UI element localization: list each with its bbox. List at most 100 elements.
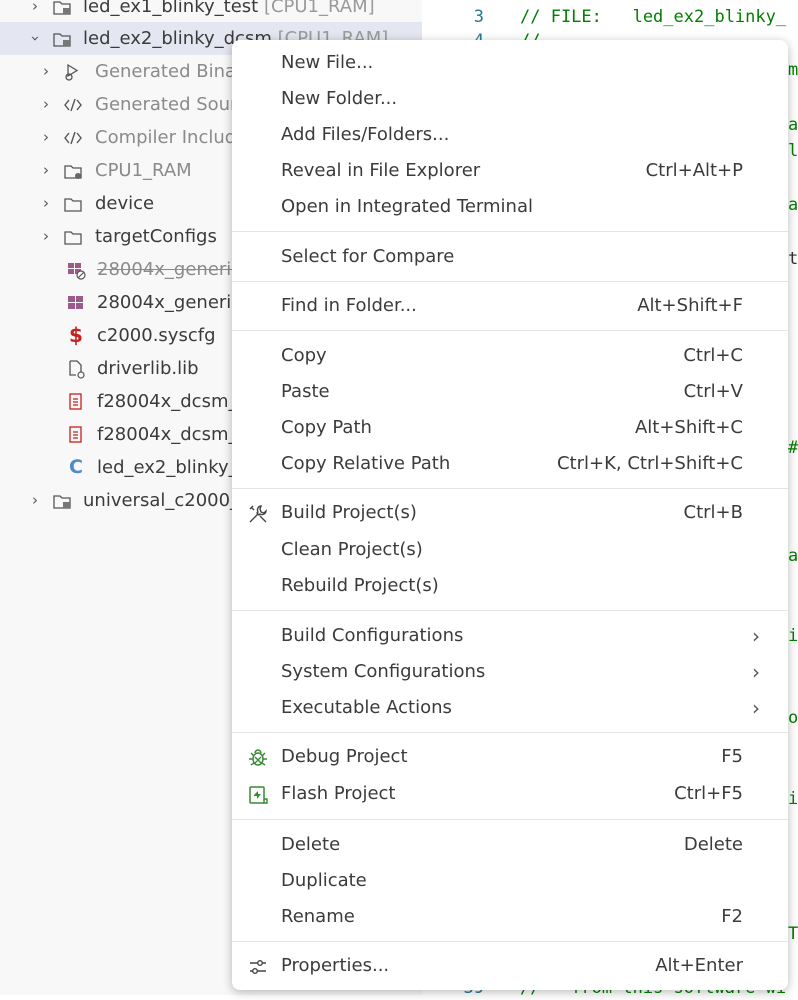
menu-item-shortcut: Delete (683, 834, 743, 855)
menu-item-label: Open in Integrated Terminal (281, 196, 533, 217)
menu-item-shortcut: Ctrl+K, Ctrl+Shift+C (556, 453, 743, 474)
menu-item-build-project[interactable]: Build Project(s) Ctrl+B (232, 495, 788, 531)
tree-label: c2000.syscfg (97, 325, 216, 346)
menu-item-select-for-compare[interactable]: Select for Compare (232, 239, 788, 275)
menu-item-label: Duplicate (281, 870, 367, 891)
code-text: l (788, 141, 798, 161)
menu-item-shortcut: Ctrl+F5 (674, 783, 743, 804)
menu-item-label: Delete (281, 834, 341, 855)
menu-item-duplicate[interactable]: Duplicate (232, 863, 788, 899)
menu-item-shortcut: Alt+Shift+C (634, 417, 743, 438)
chevron-right-icon[interactable]: › (38, 88, 54, 121)
menu-item-label: Clean Project(s) (281, 539, 423, 560)
binary-icon (65, 63, 79, 81)
asm-file-icon (69, 393, 82, 410)
menu-item-shortcut: Ctrl+Alt+P (645, 160, 743, 181)
menu-item-properties[interactable]: Properties... Alt+Enter (232, 948, 788, 984)
tree-project-led-ex1[interactable]: › led_ex1_blinky_test [CPU1_RAM] (0, 0, 422, 23)
code-text: o (788, 708, 798, 728)
menu-item-system-configurations[interactable]: System Configurations › (232, 654, 788, 690)
menu-separator (232, 941, 788, 942)
tree-label: f28004x_dcsm_z (97, 424, 247, 445)
menu-item-copy-relative-path[interactable]: Copy Relative Path Ctrl+K, Ctrl+Shift+C (232, 446, 788, 482)
code-text: # (788, 438, 798, 458)
menu-item-shortcut: Ctrl+C (683, 345, 743, 366)
menu-item-shortcut: F2 (721, 906, 743, 927)
tools-icon (249, 505, 267, 523)
menu-item-new-file[interactable]: New File... (232, 45, 788, 81)
menu-item-label: New File... (281, 52, 374, 73)
menu-item-shortcut: Alt+Enter (655, 955, 743, 976)
chevron-right-icon[interactable]: › (38, 121, 54, 154)
chevron-right-icon[interactable]: › (38, 220, 54, 253)
menu-item-label: Properties... (281, 955, 390, 976)
folder-icon (64, 231, 82, 245)
code-text: i (788, 789, 798, 809)
settings-sliders-icon (250, 959, 266, 974)
menu-item-flash-project[interactable]: Flash Project Ctrl+F5 (232, 776, 788, 812)
chevron-right-icon[interactable]: › (38, 154, 54, 187)
tree-config-suffix: [CPU1_RAM] (263, 0, 375, 17)
code-text: a (788, 195, 798, 215)
menu-item-delete[interactable]: Delete Delete (232, 827, 788, 863)
flash-icon (249, 786, 268, 804)
project-folder-icon (53, 33, 71, 47)
context-menu: New File... New Folder... Add Files/Fold… (232, 40, 788, 990)
menu-item-find-in-folder[interactable]: Find in Folder... Alt+Shift+F (232, 288, 788, 324)
menu-item-rename[interactable]: Rename F2 (232, 899, 788, 935)
menu-separator (232, 732, 788, 733)
menu-item-label: Build Project(s) (281, 502, 417, 523)
menu-item-rebuild-project[interactable]: Rebuild Project(s) (232, 568, 788, 604)
chevron-right-icon: › (752, 696, 760, 720)
code-text: a (788, 115, 798, 135)
menu-separator (232, 610, 788, 611)
tree-label: led_ex2_blinky_d (97, 457, 250, 478)
menu-item-label: Select for Compare (281, 246, 455, 267)
menu-item-open-terminal[interactable]: Open in Integrated Terminal (232, 189, 788, 225)
menu-item-label: Paste (281, 381, 330, 402)
tree-label: Generated Binar (95, 61, 244, 82)
bug-icon (249, 749, 267, 766)
chevron-down-icon[interactable]: › (19, 31, 52, 47)
c-file-icon: C (69, 456, 83, 478)
menu-item-label: Debug Project (281, 746, 408, 767)
menu-item-shortcut: F5 (721, 746, 743, 767)
linker-cmd-excluded-icon (68, 263, 86, 280)
chevron-right-icon[interactable]: › (38, 187, 54, 220)
folder-icon (64, 198, 82, 212)
menu-item-label: Build Configurations (281, 625, 464, 646)
chevron-right-icon[interactable]: › (27, 484, 43, 517)
linker-cmd-icon (68, 296, 83, 309)
menu-item-executable-actions[interactable]: Executable Actions › (232, 690, 788, 726)
menu-item-paste[interactable]: Paste Ctrl+V (232, 374, 788, 410)
tree-label: targetConfigs (95, 226, 217, 247)
tree-label: universal_c2000_t (83, 490, 247, 511)
menu-item-shortcut: Ctrl+B (683, 502, 743, 523)
menu-separator (232, 488, 788, 489)
menu-item-build-configurations[interactable]: Build Configurations › (232, 618, 788, 654)
menu-item-clean-project[interactable]: Clean Project(s) (232, 532, 788, 568)
menu-item-copy-path[interactable]: Copy Path Alt+Shift+C (232, 410, 788, 446)
menu-item-copy[interactable]: Copy Ctrl+C (232, 338, 788, 374)
tree-label: driverlib.lib (97, 358, 199, 379)
code-text: m (788, 60, 798, 80)
tree-label: 28004x_generic_ (97, 259, 251, 280)
line-number: 3 (473, 7, 484, 27)
menu-item-reveal-in-explorer[interactable]: Reveal in File Explorer Ctrl+Alt+P (232, 153, 788, 189)
menu-item-new-folder[interactable]: New Folder... (232, 81, 788, 117)
menu-separator (232, 330, 788, 331)
menu-item-label: Rename (281, 906, 355, 927)
chevron-right-icon[interactable]: › (38, 55, 54, 88)
tree-label: 28004x_generic_ (97, 292, 251, 313)
code-text: t (788, 249, 798, 269)
tree-label: device (95, 193, 155, 214)
syscfg-icon: $ (69, 323, 83, 347)
menu-separator (232, 819, 788, 820)
code-text: i (788, 626, 798, 646)
menu-item-label: Flash Project (281, 783, 396, 804)
chevron-right-icon[interactable]: › (27, 0, 43, 23)
menu-item-label: Copy Relative Path (281, 453, 451, 474)
menu-item-debug-project[interactable]: Debug Project F5 (232, 739, 788, 775)
menu-item-add-files-folders[interactable]: Add Files/Folders... (232, 117, 788, 153)
menu-separator (232, 281, 788, 282)
